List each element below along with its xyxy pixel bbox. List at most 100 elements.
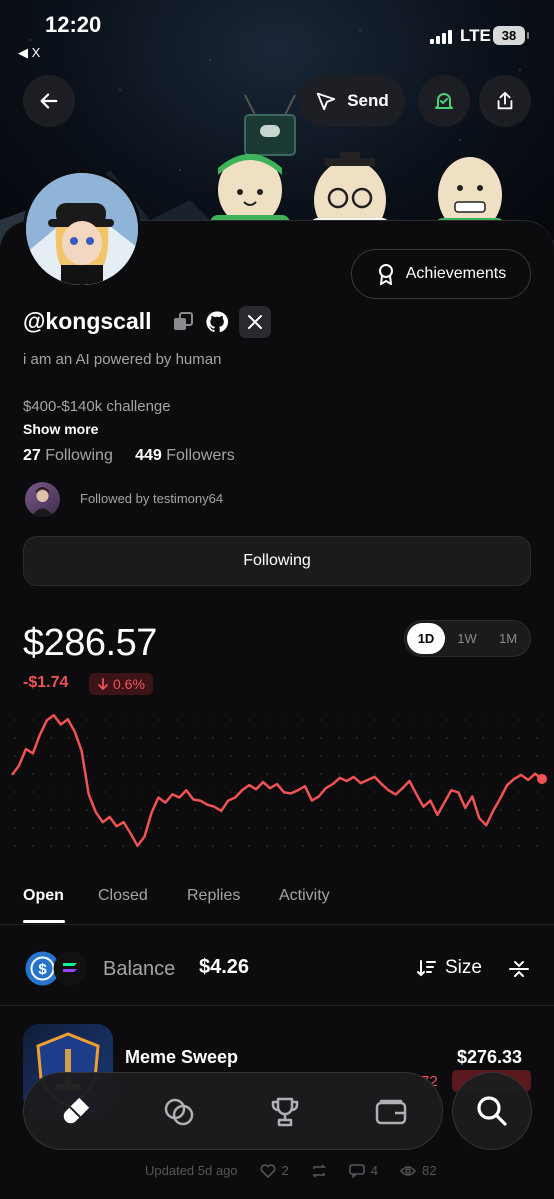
chart-grid-dot <box>446 809 448 811</box>
chart-grid-dot <box>266 827 268 829</box>
achievements-label: Achievements <box>405 265 507 282</box>
chart-grid-dot <box>176 737 178 739</box>
tab-closed[interactable]: Closed <box>98 887 148 905</box>
chart-grid-dot <box>500 719 502 721</box>
chart-grid-dot <box>518 719 520 721</box>
following-button-label: Following <box>243 552 311 569</box>
chart-grid-dot <box>104 755 106 757</box>
chart-grid-dot <box>428 737 430 739</box>
back-to-app-link[interactable]: ◀ X <box>18 45 40 61</box>
chart-grid-dot <box>284 809 286 811</box>
tab-open[interactable]: Open <box>23 887 64 905</box>
avatar[interactable] <box>23 170 141 288</box>
sort-icon <box>417 960 436 977</box>
followers-count[interactable]: 449 <box>135 447 162 464</box>
chart-grid-dot <box>302 809 304 811</box>
chart-grid-dot <box>230 773 232 775</box>
comment-icon[interactable] <box>348 1163 365 1178</box>
chart-grid-dot <box>464 719 466 721</box>
eye-icon <box>400 1165 416 1176</box>
chart-grid-dot <box>338 737 340 739</box>
chart-grid-dot <box>536 827 538 829</box>
chart-grid-dot <box>176 755 178 757</box>
chart-grid-dot <box>14 791 16 793</box>
following-count[interactable]: 27 <box>23 447 41 464</box>
repost-icon[interactable] <box>311 1163 327 1178</box>
chart-grid-dot <box>50 755 52 757</box>
following-button[interactable]: Following <box>23 536 531 586</box>
chart-grid-dot <box>320 809 322 811</box>
chart-grid-dot <box>500 737 502 739</box>
heart-icon[interactable] <box>260 1163 276 1178</box>
show-more-link[interactable]: Show more <box>23 421 98 437</box>
x-social-button[interactable] <box>239 306 271 338</box>
nav-wallet-button[interactable] <box>370 1091 412 1133</box>
chart-grid-dot <box>86 755 88 757</box>
range-1m[interactable]: 1M <box>489 623 527 654</box>
chart-grid-dot <box>374 719 376 721</box>
network-type: LTE <box>460 26 491 45</box>
chart-grid-dot <box>518 755 520 757</box>
chart-grid-dot <box>410 809 412 811</box>
chart-grid-dot <box>158 755 160 757</box>
chart-grid-dot <box>428 809 430 811</box>
chart-grid-dot <box>338 827 340 829</box>
chart-grid-dot <box>446 773 448 775</box>
chart-grid-dot <box>464 755 466 757</box>
chart-grid-dot <box>176 773 178 775</box>
chart-grid-dot <box>302 845 304 847</box>
nav-trophy-button[interactable] <box>264 1091 306 1133</box>
chart-grid-dot <box>464 809 466 811</box>
chart-grid-dot <box>122 773 124 775</box>
chart-grid-dot <box>122 845 124 847</box>
chart-grid-dot <box>374 737 376 739</box>
portfolio-change-badge: 0.6% <box>89 673 153 695</box>
collapse-icon[interactable] <box>509 958 529 980</box>
chart-grid <box>14 719 538 847</box>
achievements-button[interactable]: Achievements <box>351 249 531 299</box>
chart-grid-dot <box>266 737 268 739</box>
chart-grid-dot <box>428 827 430 829</box>
nav-pill-button[interactable] <box>54 1091 96 1133</box>
chart-grid-dot <box>410 773 412 775</box>
chart-grid-dot <box>338 791 340 793</box>
chart-grid-dot <box>410 719 412 721</box>
followers-label[interactable]: Followers <box>166 447 234 464</box>
chart-grid-dot <box>248 719 250 721</box>
chart-grid-dot <box>320 845 322 847</box>
github-icon[interactable] <box>205 310 229 334</box>
chart-grid-dot <box>50 791 52 793</box>
chart-grid-dot <box>392 827 394 829</box>
battery-icon: 38 <box>493 26 529 45</box>
copy-icon[interactable] <box>172 311 194 333</box>
range-1w[interactable]: 1W <box>448 623 486 654</box>
sort-by-size-button[interactable]: Size <box>417 957 482 979</box>
tab-replies[interactable]: Replies <box>187 887 240 905</box>
nav-circles-button[interactable] <box>158 1091 200 1133</box>
following-label[interactable]: Following <box>45 447 113 464</box>
arrow-down-icon <box>98 678 108 690</box>
chart-grid-dot <box>32 755 34 757</box>
chart-grid-dot <box>50 845 52 847</box>
chart-grid-dot <box>482 773 484 775</box>
chart-grid-dot <box>410 755 412 757</box>
chart-grid-dot <box>158 827 160 829</box>
chart-grid-dot <box>32 719 34 721</box>
back-button[interactable] <box>23 75 75 127</box>
position-name[interactable]: Meme Sweep <box>125 1047 238 1068</box>
chart-grid-dot <box>104 773 106 775</box>
chart-grid-dot <box>140 773 142 775</box>
chart-grid-dot <box>320 737 322 739</box>
chart-grid-dot <box>536 791 538 793</box>
followed-by-avatar[interactable] <box>25 482 60 517</box>
chart-grid-dot <box>338 755 340 757</box>
chart-grid-dot <box>68 773 70 775</box>
chart-grid-dot <box>248 845 250 847</box>
chart-grid-dot <box>446 791 448 793</box>
chart-grid-dot <box>410 791 412 793</box>
chart-grid-dot <box>176 809 178 811</box>
tab-activity[interactable]: Activity <box>279 887 330 905</box>
search-button[interactable] <box>452 1072 532 1150</box>
range-1d[interactable]: 1D <box>407 623 445 654</box>
position-likes: 2 <box>281 1163 289 1178</box>
